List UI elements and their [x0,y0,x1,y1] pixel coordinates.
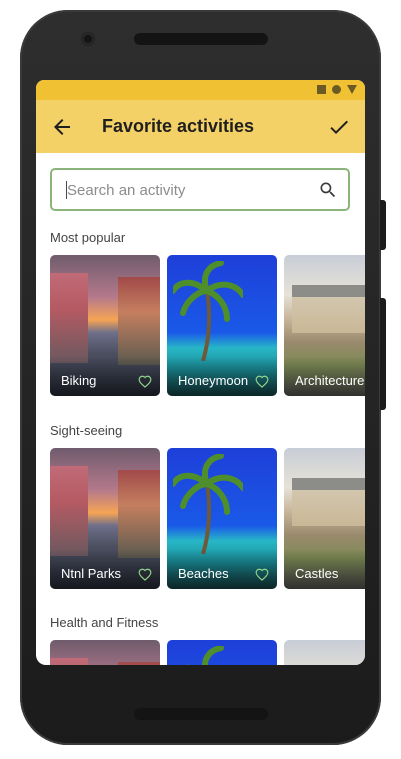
heart-outline-icon[interactable] [138,568,152,581]
card-row-sight-seeing: Ntnl Parks Beaches Castles [50,448,365,589]
card-row-most-popular: Biking Honeymoon Architecture [50,255,365,396]
beach-image [167,640,277,665]
house-image [284,640,365,665]
section-title-sight-seeing: Sight-seeing [50,423,123,438]
record-icon [332,85,341,94]
activity-card-beaches[interactable]: Beaches [167,448,277,589]
activity-card-architecture[interactable]: Architecture [284,255,365,396]
activity-card-biking[interactable]: Biking [50,255,160,396]
activity-card[interactable] [50,640,160,665]
screen: Favorite activities Most popular Biking [36,80,365,665]
card-label: Architecture [295,373,365,388]
heart-outline-icon[interactable] [138,375,152,388]
heart-outline-icon[interactable] [255,375,269,388]
stop-icon [317,85,326,94]
signal-icon [347,85,357,94]
power-button [380,298,386,410]
section-title-health-fitness: Health and Fitness [50,615,159,630]
search-field[interactable] [50,168,350,211]
card-label: Honeymoon [178,373,249,388]
activity-card-ntnl-parks[interactable]: Ntnl Parks [50,448,160,589]
page-title: Favorite activities [102,116,255,136]
volume-button [380,200,386,250]
back-arrow-icon[interactable] [50,115,74,139]
card-label: Biking [61,373,97,388]
search-input[interactable] [67,179,307,201]
heart-outline-icon[interactable] [255,568,269,581]
activity-card[interactable] [167,640,277,665]
bottom-speaker [134,708,268,720]
app-bar: Favorite activities [36,100,365,153]
activity-card[interactable] [284,640,365,665]
search-icon[interactable] [318,180,338,200]
activity-card-honeymoon[interactable]: Honeymoon [167,255,277,396]
card-label: Ntnl Parks [61,566,121,581]
card-label: Castles [295,566,339,581]
check-icon[interactable] [327,115,351,139]
section-title-most-popular: Most popular [50,230,126,245]
status-bar [36,80,365,100]
card-label: Beaches [178,566,229,581]
front-camera [81,32,95,46]
card-row-health-fitness [50,640,365,665]
earpiece-speaker [134,33,268,45]
canal-image [50,640,160,665]
activity-card-castles[interactable]: Castles [284,448,365,589]
